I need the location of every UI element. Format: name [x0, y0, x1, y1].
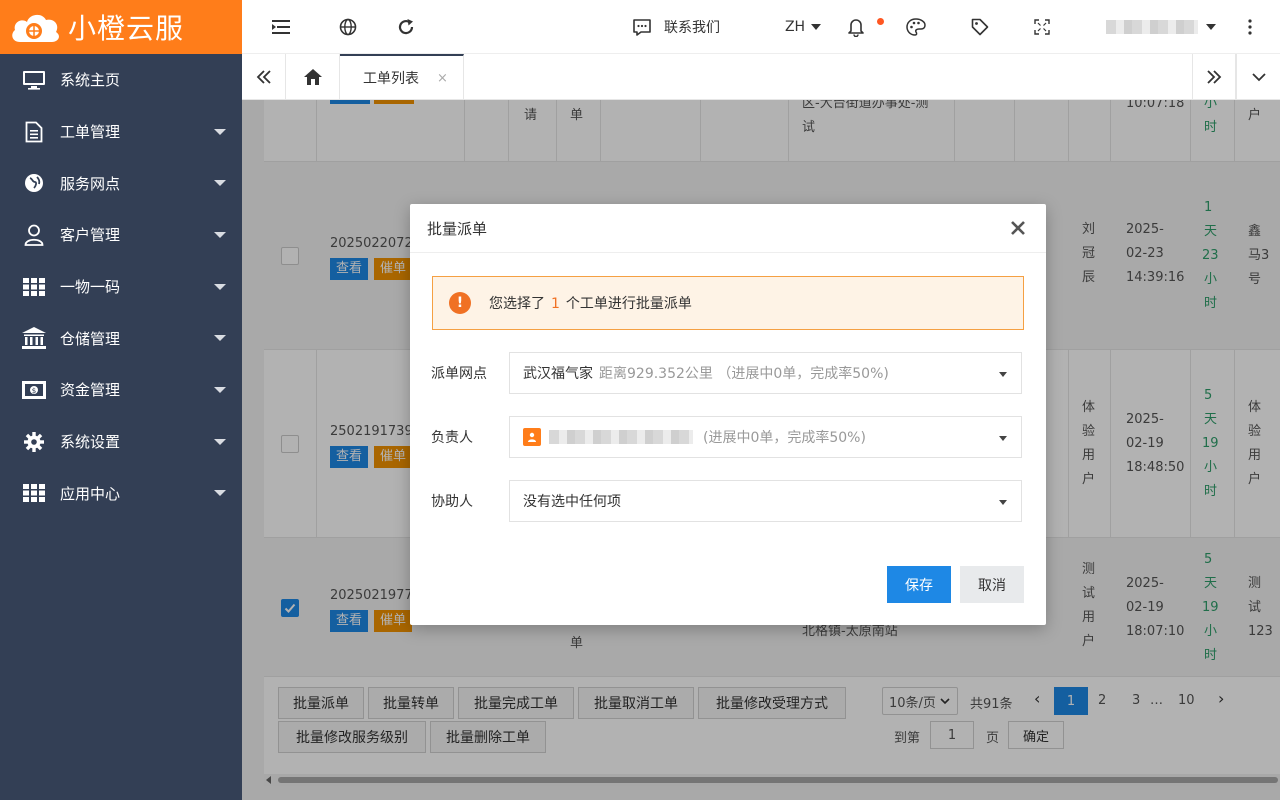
money-icon: $ — [22, 379, 46, 401]
tab-label: 工单列表 — [363, 71, 420, 87]
logo[interactable]: 小橙云服 — [0, 0, 242, 54]
save-button[interactable]: 保存 — [887, 566, 951, 603]
sidebar-item-3[interactable]: 服务网点 — [0, 157, 242, 209]
close-icon[interactable]: × — [437, 71, 448, 86]
owner-row: 负责人 (进展中0单，完成率50%) — [410, 416, 1046, 458]
globe-icon[interactable] — [336, 0, 360, 54]
monitor-icon — [22, 69, 46, 91]
globe-icon — [22, 172, 46, 194]
tab-bar: 工单列表 × — [242, 54, 1280, 100]
assistant-row: 协助人 没有选中任何项 — [410, 480, 1046, 522]
grid-icon — [22, 276, 46, 298]
sidebar-item-label: 工单管理 — [60, 123, 121, 142]
outlet-row: 派单网点 武汉福气家 距离929.352公里 （进展中0单，完成率50%) — [410, 352, 1046, 394]
dialog-title: 批量派单 — [427, 219, 488, 238]
dialog-header: 批量派单 — [410, 204, 1046, 253]
outlet-select[interactable]: 武汉福气家 距离929.352公里 （进展中0单，完成率50%) — [509, 352, 1022, 394]
gear-icon — [22, 431, 46, 453]
bell-icon[interactable] — [844, 0, 884, 54]
chevron-down-icon — [999, 436, 1007, 441]
chat-icon — [633, 19, 651, 36]
caret-down-icon — [214, 231, 226, 238]
sidebar-item-5[interactable]: 一物一码 — [0, 261, 242, 313]
chevron-down-icon — [1206, 24, 1216, 30]
assistant-select[interactable]: 没有选中任何项 — [509, 480, 1022, 522]
sidebar-item-7[interactable]: $ 资金管理 — [0, 364, 242, 416]
user-icon — [22, 224, 46, 246]
tab-work-order-list[interactable]: 工单列表 × — [340, 54, 464, 100]
tab-scroll-left-icon[interactable] — [242, 54, 286, 100]
sidebar-item-label: 服务网点 — [60, 174, 121, 193]
blurred-owner-name — [549, 430, 693, 444]
tab-scroll-right-icon[interactable] — [1192, 54, 1236, 100]
alert-prefix: 您选择了 — [489, 296, 545, 312]
outlet-label: 派单网点 — [431, 366, 487, 382]
svg-text:$: $ — [32, 387, 36, 395]
sidebar: 小橙云服 系统主页工单管理服务网点客户管理一物一码仓储管理 $ 资金管理系统设置应用… — [0, 0, 242, 800]
sidebar-item-2[interactable]: 工单管理 — [0, 106, 242, 158]
sidebar-item-1[interactable]: 系统主页 — [0, 54, 242, 106]
alert-text: 您选择了 1 个工单进行批量派单 — [489, 293, 692, 313]
top-bar: 联系我们 ZH — [242, 0, 1280, 54]
cancel-button[interactable]: 取消 — [960, 566, 1024, 603]
cloud-orange-logo-icon — [12, 14, 59, 42]
warning-icon: ! — [449, 292, 471, 314]
document-icon — [22, 121, 46, 143]
language-select[interactable]: ZH — [782, 0, 824, 54]
sidebar-item-label: 系统主页 — [60, 71, 121, 90]
caret-down-icon — [214, 386, 226, 393]
assistant-label: 协助人 — [431, 494, 473, 510]
sidebar-item-label: 资金管理 — [60, 381, 121, 400]
refresh-icon[interactable] — [394, 0, 418, 54]
tab-home[interactable] — [286, 54, 340, 100]
alert-count: 1 — [551, 296, 560, 312]
caret-down-icon — [214, 335, 226, 342]
outlet-detail: 距离929.352公里 （进展中0单，完成率50%) — [599, 366, 889, 382]
menu-collapse-icon[interactable] — [272, 0, 292, 54]
owner-select[interactable]: (进展中0单，完成率50%) — [509, 416, 1022, 458]
caret-down-icon — [214, 128, 226, 135]
palette-icon[interactable] — [904, 0, 928, 54]
assistant-value: 没有选中任何项 — [523, 494, 621, 510]
sidebar-item-label: 客户管理 — [60, 226, 121, 245]
contact-us-link[interactable]: 联系我们 — [632, 0, 744, 54]
contact-card-icon — [523, 428, 541, 446]
sidebar-item-label: 系统设置 — [60, 433, 121, 452]
sidebar-item-9[interactable]: 应用中心 — [0, 468, 242, 520]
sidebar-item-8[interactable]: 系统设置 — [0, 416, 242, 468]
blurred-username — [1106, 20, 1198, 34]
close-icon[interactable] — [1008, 218, 1028, 238]
sidebar-item-label: 一物一码 — [60, 278, 121, 297]
sidebar-item-4[interactable]: 客户管理 — [0, 209, 242, 261]
caret-down-icon — [214, 438, 226, 445]
owner-label: 负责人 — [431, 430, 473, 446]
tag-icon[interactable] — [968, 0, 992, 54]
logo-text: 小橙云服 — [68, 12, 185, 45]
contact-us-label: 联系我们 — [664, 20, 720, 36]
home-icon — [303, 69, 322, 85]
chevron-down-icon — [999, 500, 1007, 505]
user-menu[interactable] — [1106, 0, 1216, 54]
sidebar-item-label: 应用中心 — [60, 484, 121, 503]
language-label: ZH — [784, 19, 806, 35]
chevron-down-icon — [999, 372, 1007, 377]
fullscreen-icon[interactable] — [1030, 0, 1054, 54]
alert-suffix: 个工单进行批量派单 — [565, 296, 692, 312]
bank-icon — [22, 327, 46, 350]
outlet-value: 武汉福气家 — [523, 366, 593, 382]
caret-down-icon — [214, 283, 226, 290]
more-vertical-icon[interactable] — [1238, 0, 1262, 54]
selection-alert: ! 您选择了 1 个工单进行批量派单 — [432, 276, 1024, 330]
apps-icon — [22, 482, 46, 504]
caret-down-icon — [214, 490, 226, 497]
batch-dispatch-dialog: 批量派单 ! 您选择了 1 个工单进行批量派单 派单网点 武汉福气家 距离929.3… — [410, 204, 1046, 625]
owner-detail: (进展中0单，完成率50%) — [703, 430, 866, 446]
chevron-down-icon — [811, 24, 822, 30]
notification-dot — [877, 18, 884, 25]
caret-down-icon — [214, 180, 226, 187]
tab-dropdown-chevron-icon[interactable] — [1236, 54, 1280, 100]
sidebar-item-6[interactable]: 仓储管理 — [0, 312, 242, 364]
sidebar-item-label: 仓储管理 — [60, 329, 121, 348]
